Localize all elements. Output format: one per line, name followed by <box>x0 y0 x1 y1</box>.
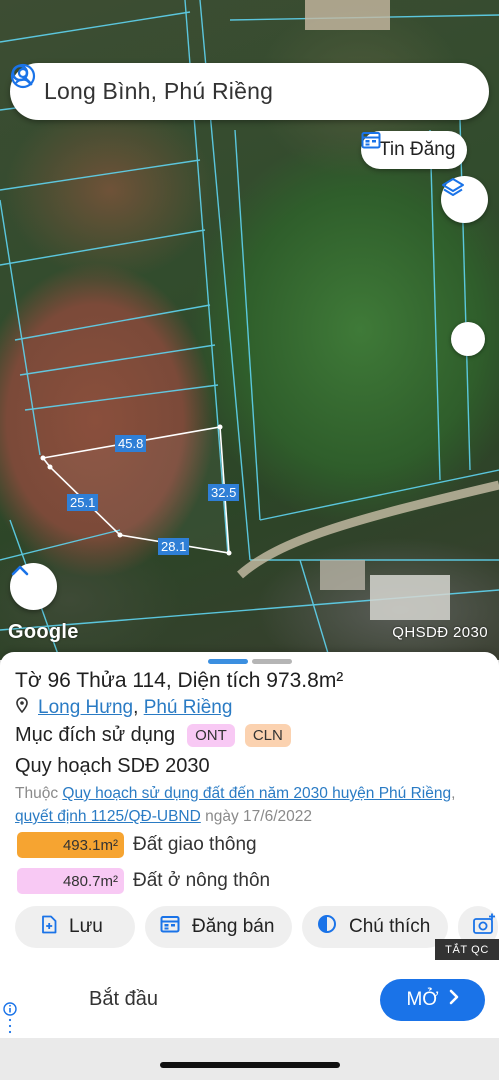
opacity-slider-handle[interactable] <box>451 322 485 356</box>
zone-area-badge: 493.1m² <box>17 832 124 858</box>
parcel-title: Tờ 96 Thửa 114, Diện tích 973.8m² <box>15 669 343 693</box>
chevron-right-icon <box>449 989 459 1011</box>
location-separator: , <box>133 697 139 718</box>
system-bar <box>0 1038 499 1080</box>
zone-label: Đất ở nông thôn <box>133 870 271 891</box>
ad-banner[interactable]: Bắt đầu MỞ <box>0 962 499 1038</box>
action-bar: Lưu Đăng bán Chú thích <box>15 906 498 948</box>
decision-link[interactable]: quyết định 1125/QĐ-UBND <box>15 808 201 825</box>
sheet-label: Tờ <box>15 669 42 692</box>
district-link[interactable]: Phú Riềng <box>144 697 233 718</box>
map-view[interactable]: 45.8 32.5 25.1 28.1 Long Bình, Phú Riềng… <box>0 0 499 660</box>
land-use-label: Mục đích sử dụng <box>15 724 176 746</box>
edge-label: 25.1 <box>67 494 99 511</box>
expand-panel-button[interactable] <box>10 563 57 610</box>
edge-label: 45.8 <box>115 435 147 452</box>
save-button[interactable]: Lưu <box>15 906 135 948</box>
post-for-sale-button[interactable]: Đăng bán <box>145 906 292 948</box>
post-for-sale-label: Đăng bán <box>192 916 275 937</box>
plan-prefix: Thuộc <box>15 785 59 802</box>
home-indicator[interactable] <box>160 1062 340 1068</box>
layers-button[interactable] <box>441 176 488 223</box>
listing-button[interactable]: Tin Đăng <box>361 131 468 169</box>
add-photo-icon <box>472 913 496 941</box>
zone-label: Đất giao thông <box>133 834 257 855</box>
location-pin-icon <box>16 697 28 719</box>
zone-row: 480.7m² Đất ở nông thôn <box>17 868 270 894</box>
lot-label: Thửa <box>76 669 127 692</box>
search-input[interactable]: Long Bình, Phú Riềng <box>44 78 471 105</box>
land-use-tag-ont[interactable]: ONT <box>187 724 235 747</box>
sheet-number: 96 <box>47 669 71 692</box>
ad-text: Bắt đầu <box>89 988 158 1010</box>
ad-open-label: MỞ <box>406 989 439 1010</box>
zone-area-badge: 480.7m² <box>17 868 124 894</box>
save-button-label: Lưu <box>69 916 103 937</box>
calendar-icon <box>160 915 180 939</box>
legend-button[interactable]: Chú thích <box>302 906 448 948</box>
location-line: Long Hưng, Phú Riềng <box>16 697 232 719</box>
plan-link[interactable]: Quy hoạch sử dụng đất đến năm 2030 huyện… <box>62 785 451 802</box>
panel-tab-indicator-active[interactable] <box>208 659 248 664</box>
plan-separator: , <box>451 785 456 802</box>
area-value: 973.8m² <box>266 669 344 692</box>
land-use-row: Mục đích sử dụng ONT CLN <box>15 724 291 747</box>
close-ad-button[interactable]: TẮT QC <box>435 939 499 960</box>
search-bar[interactable]: Long Bình, Phú Riềng <box>10 63 489 120</box>
commune-link[interactable]: Long Hưng <box>38 697 133 718</box>
plan-date: ngày 17/6/2022 <box>205 808 312 825</box>
panel-tab-indicator[interactable] <box>252 659 292 664</box>
parcel-info-panel: Tờ 96 Thửa 114, Diện tích 973.8m² Long H… <box>0 652 499 962</box>
plan-title: Quy hoạch SDĐ 2030 <box>15 755 210 777</box>
plan-description: Thuộc Quy hoạch sử dụng đất đến năm 2030… <box>15 782 485 828</box>
listing-button-label: Tin Đăng <box>379 139 456 160</box>
file-add-icon <box>41 915 57 940</box>
area-label: Diện tích <box>177 669 261 692</box>
map-layer-label: QHSDĐ 2030 <box>392 624 488 641</box>
legend-button-label: Chú thích <box>349 916 431 937</box>
edge-label: 28.1 <box>158 538 190 555</box>
zone-row: 493.1m² Đất giao thông <box>17 832 257 858</box>
google-logo: Google <box>8 621 79 643</box>
ad-open-button[interactable]: MỞ <box>380 979 485 1021</box>
ad-info-icon[interactable] <box>3 1002 17 1041</box>
contrast-icon <box>317 914 337 940</box>
lot-number: 114, <box>132 669 172 692</box>
land-use-tag-cln[interactable]: CLN <box>244 724 291 747</box>
edge-label: 32.5 <box>208 484 240 501</box>
